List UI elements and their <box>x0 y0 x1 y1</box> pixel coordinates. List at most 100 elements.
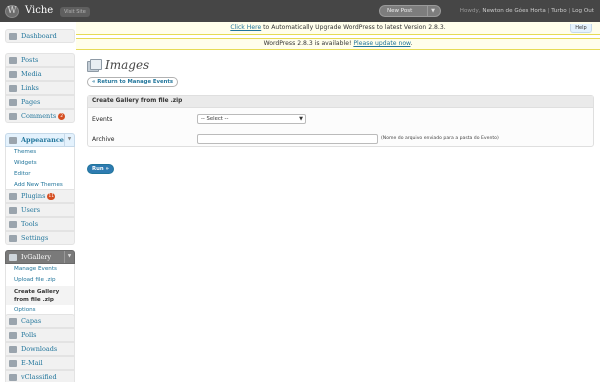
separator: | <box>568 8 571 14</box>
sidebar-item-users[interactable]: Users <box>5 203 75 217</box>
users-icon <box>9 207 17 214</box>
plugins-update-badge: 11 <box>47 193 56 200</box>
submenu-item-widgets[interactable]: Widgets <box>6 158 74 169</box>
page-title: Images <box>105 58 150 72</box>
archive-hint: (Nome do arquivo enviado para a pasta do… <box>381 136 499 141</box>
events-select[interactable]: -- Select -- ▼ <box>197 114 306 124</box>
sidebar-item-label: Media <box>21 70 42 78</box>
events-select-value: -- Select -- <box>201 116 229 122</box>
sidebar-item-label: Dashboard <box>21 32 57 40</box>
gallery-icon <box>9 254 17 261</box>
sidebar-item-posts[interactable]: Posts <box>5 53 75 67</box>
logout-link[interactable]: Log Out <box>572 8 594 14</box>
sidebar-item-links[interactable]: Links <box>5 81 75 95</box>
appearance-icon <box>9 137 17 144</box>
sidebar-item-label: Users <box>21 206 41 214</box>
sidebar-item-appearance[interactable]: Appearance ▼ <box>5 133 75 147</box>
sidebar-item-label: Capas <box>21 317 42 325</box>
auto-upgrade-link[interactable]: Click Here <box>230 24 261 31</box>
user-name-link[interactable]: Newton de Góes Horta <box>482 8 545 14</box>
sidebar-item-label: vClassified <box>21 373 57 381</box>
admin-sidebar: Dashboard Posts Media Links Pages Commen… <box>0 22 76 382</box>
visit-site-button[interactable]: Visit Site <box>60 7 90 17</box>
favorite-actions-dropdown[interactable]: New Post ▼ <box>379 5 441 17</box>
update-now-link[interactable]: Please update now <box>353 40 410 47</box>
posts-icon <box>9 57 17 64</box>
sidebar-item-ivgallery[interactable]: IvGallery ▼ <box>5 250 75 264</box>
sidebar-item-plugins[interactable]: Plugins 11 <box>5 189 75 203</box>
submenu-item-upload-zip[interactable]: Upload file .zip <box>6 275 74 286</box>
media-icon <box>9 71 17 78</box>
sidebar-item-media[interactable]: Media <box>5 67 75 81</box>
submenu-item-editor[interactable]: Editor <box>6 169 74 180</box>
admin-header: W Viche Visit Site New Post ▼ Howdy, New… <box>0 0 600 22</box>
archive-input[interactable] <box>197 134 378 144</box>
sidebar-item-tools[interactable]: Tools <box>5 217 75 231</box>
sidebar-item-label: E-Mail <box>21 359 43 367</box>
run-button[interactable]: Run » <box>87 164 114 174</box>
links-icon <box>9 85 17 92</box>
sidebar-item-polls[interactable]: Polls <box>5 328 75 342</box>
chevron-down-icon[interactable]: ▼ <box>427 6 438 16</box>
polls-icon <box>9 332 17 339</box>
pages-icon <box>9 99 17 106</box>
user-info: Howdy, Newton de Góes Horta | Turbo | Lo… <box>460 8 594 14</box>
create-gallery-form: Create Gallery from file .zip Events -- … <box>87 95 594 147</box>
upgrade-notice-text: to Automatically Upgrade WordPress to la… <box>261 24 446 31</box>
wordpress-logo-icon: W <box>5 5 19 18</box>
sidebar-item-pages[interactable]: Pages <box>5 95 75 109</box>
tools-icon <box>9 221 17 228</box>
sidebar-item-settings[interactable]: Settings <box>5 231 75 245</box>
sidebar-item-label: Links <box>21 84 39 92</box>
update-available-notice: WordPress 2.8.3 is available! Please upd… <box>76 38 600 50</box>
sidebar-item-label: Settings <box>21 234 49 242</box>
images-icon <box>87 59 102 73</box>
howdy-text: Howdy, <box>459 8 481 14</box>
chevron-down-icon[interactable]: ▼ <box>64 251 74 263</box>
help-button[interactable]: Help <box>570 24 592 33</box>
turbo-link[interactable]: Turbo <box>551 8 566 14</box>
sidebar-item-label: Downloads <box>21 345 58 353</box>
update-notice-text: WordPress 2.8.3 is available! <box>263 40 354 47</box>
return-to-manage-events-button[interactable]: « Return to Manage Events <box>87 77 179 87</box>
sidebar-item-downloads[interactable]: Downloads <box>5 342 75 356</box>
submenu-item-manage-events[interactable]: Manage Events <box>6 264 74 275</box>
events-label: Events <box>92 116 113 123</box>
upgrade-notice: Click Here to Automatically Upgrade Word… <box>76 22 600 35</box>
comments-count-badge: 2 <box>58 113 66 120</box>
main-content: Images « Return to Manage Events Create … <box>76 50 600 382</box>
sidebar-item-label: Appearance <box>21 136 64 144</box>
capas-icon <box>9 318 17 325</box>
chevron-down-icon[interactable]: ▼ <box>297 115 305 123</box>
plugins-icon <box>9 193 17 200</box>
site-title[interactable]: Viche <box>25 5 53 16</box>
update-notice-end: . <box>410 40 413 47</box>
sidebar-item-label: Posts <box>21 56 39 64</box>
separator: | <box>547 8 550 14</box>
submenu-item-themes[interactable]: Themes <box>6 147 74 158</box>
sidebar-item-label: Plugins <box>21 192 46 200</box>
vclassified-icon <box>9 374 17 381</box>
sidebar-item-label: IvGallery <box>21 253 52 261</box>
sidebar-item-email[interactable]: E-Mail <box>5 356 75 370</box>
sidebar-item-comments[interactable]: Comments 2 <box>5 109 75 123</box>
form-title: Create Gallery from file .zip <box>88 96 593 108</box>
sidebar-item-label: Comments <box>21 112 57 120</box>
sidebar-item-dashboard[interactable]: Dashboard <box>5 29 75 43</box>
chevron-down-icon[interactable]: ▼ <box>64 134 74 146</box>
sidebar-item-label: Pages <box>21 98 41 106</box>
appearance-submenu: Themes Widgets Editor Add New Themes <box>5 147 75 192</box>
comments-icon <box>9 113 17 120</box>
email-icon <box>9 360 17 367</box>
sidebar-item-label: Tools <box>21 220 39 228</box>
settings-icon <box>9 235 17 242</box>
submenu-item-create-gallery[interactable]: Create Gallery from file .zip <box>6 286 74 305</box>
sidebar-item-label: Polls <box>21 331 37 339</box>
dashboard-icon <box>9 33 17 40</box>
sidebar-item-capas[interactable]: Capas <box>5 314 75 328</box>
sidebar-item-vclassified[interactable]: vClassified <box>5 370 75 382</box>
archive-label: Archive <box>92 136 115 143</box>
downloads-icon <box>9 346 17 353</box>
ivgallery-submenu: Manage Events Upload file .zip Create Ga… <box>5 264 75 317</box>
new-post-label[interactable]: New Post <box>387 8 412 14</box>
